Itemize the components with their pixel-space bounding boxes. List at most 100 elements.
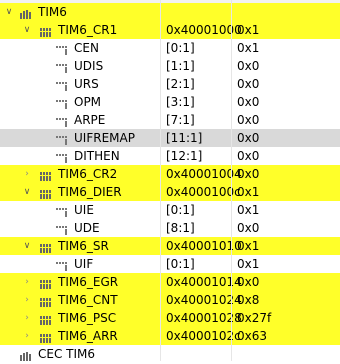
field-value[interactable]: 0x0	[237, 75, 259, 93]
field-name: DITHEN	[74, 149, 120, 163]
field-value[interactable]: 0x1	[237, 201, 259, 219]
field-value[interactable]: 0x0	[237, 93, 259, 111]
register-icon	[40, 296, 52, 307]
field-icon	[56, 80, 68, 91]
field-name: OPM	[74, 95, 102, 109]
field-bit-range: [3:1]	[166, 95, 195, 109]
field-bit-range: [1:1]	[166, 59, 195, 73]
peripheral-row-tim6[interactable]: ∨ TIM6	[0, 3, 340, 21]
field-name: CEN	[74, 41, 99, 55]
register-value[interactable]: 0x1	[237, 237, 259, 255]
field-name: UIFREMAP	[74, 131, 135, 145]
peripheral-name: CEC TIM6	[38, 347, 96, 361]
column-divider	[160, 0, 161, 361]
field-name: UDE	[74, 221, 100, 235]
field-row[interactable]: ARPE [7:1] 0x0	[0, 111, 340, 129]
register-icon	[40, 242, 52, 253]
register-name: TIM6_SR	[58, 239, 109, 253]
register-name: TIM6_CR2	[58, 167, 118, 181]
field-icon	[56, 260, 68, 271]
field-row[interactable]: DITHEN [12:1] 0x0	[0, 147, 340, 165]
field-value[interactable]: 0x1	[237, 39, 259, 57]
register-name: TIM6_CR1	[58, 23, 118, 37]
field-bit-range: [0:1]	[166, 41, 195, 55]
field-icon	[56, 224, 68, 235]
field-bit-range: [12:1]	[166, 149, 203, 163]
field-bit-range: [0:1]	[166, 203, 195, 217]
field-value[interactable]: 0x0	[237, 147, 259, 165]
register-row[interactable]: ∨ TIM6_SR 0x40001010 0x1	[0, 237, 340, 255]
register-icon	[40, 188, 52, 199]
field-icon	[56, 134, 68, 145]
register-value[interactable]: 0x8	[237, 291, 259, 309]
chevron-down-icon[interactable]: ∨	[22, 21, 32, 39]
register-icon	[40, 26, 52, 37]
field-name: URS	[74, 77, 99, 91]
peripheral-row-next[interactable]: CEC TIM6	[0, 345, 340, 363]
field-row[interactable]: OPM [3:1] 0x0	[0, 93, 340, 111]
field-row[interactable]: CEN [0:1] 0x1	[0, 39, 340, 57]
field-value[interactable]: 0x1	[237, 255, 259, 273]
column-divider	[231, 0, 232, 361]
register-row[interactable]: ∨ TIM6_CR1 0x40001000 0x1	[0, 21, 340, 39]
chevron-right-icon[interactable]: ›	[22, 291, 32, 309]
register-value[interactable]: 0x1	[237, 183, 259, 201]
field-row[interactable]: UDIS [1:1] 0x0	[0, 57, 340, 75]
field-bit-range: [8:1]	[166, 221, 195, 235]
chevron-right-icon[interactable]: ›	[22, 165, 32, 183]
field-icon	[56, 206, 68, 217]
field-row[interactable]: URS [2:1] 0x0	[0, 75, 340, 93]
chevron-right-icon[interactable]: ›	[22, 273, 32, 291]
field-value[interactable]: 0x0	[237, 129, 259, 147]
register-row[interactable]: ∨ TIM6_DIER 0x4000100c 0x1	[0, 183, 340, 201]
peripheral-icon	[20, 350, 32, 361]
register-value[interactable]: 0x0	[237, 165, 259, 183]
field-row[interactable]: UIE [0:1] 0x1	[0, 201, 340, 219]
field-value[interactable]: 0x0	[237, 57, 259, 75]
register-row[interactable]: › TIM6_CNT 0x40001024 0x8	[0, 291, 340, 309]
field-name: UIE	[74, 203, 94, 217]
peripheral-name: TIM6	[38, 5, 67, 19]
register-name: TIM6_DIER	[58, 185, 122, 199]
register-value[interactable]: 0x1	[237, 21, 259, 39]
field-bit-range: [11:1]	[166, 131, 203, 145]
register-value[interactable]: 0x27f	[237, 309, 271, 327]
chevron-right-icon[interactable]: ›	[22, 327, 32, 345]
field-value[interactable]: 0x0	[237, 111, 259, 129]
register-row[interactable]: › TIM6_CR2 0x40001004 0x0	[0, 165, 340, 183]
field-bit-range: [7:1]	[166, 113, 195, 127]
field-bit-range: [0:1]	[166, 257, 195, 271]
peripheral-icon	[20, 8, 32, 19]
field-row[interactable]: UDE [8:1] 0x0	[0, 219, 340, 237]
field-row[interactable]: UIFREMAP [11:1] 0x0	[0, 129, 340, 147]
field-name: UDIS	[74, 59, 104, 73]
field-row[interactable]: UIF [0:1] 0x1	[0, 255, 340, 273]
register-icon	[40, 314, 52, 325]
field-icon	[56, 44, 68, 55]
chevron-down-icon[interactable]: ∨	[22, 183, 32, 201]
register-value[interactable]: 0x63	[237, 327, 267, 345]
field-icon	[56, 98, 68, 109]
register-name: TIM6_EGR	[58, 275, 119, 289]
register-row[interactable]: › TIM6_EGR 0x40001014 0x0	[0, 273, 340, 291]
chevron-right-icon[interactable]: ›	[22, 309, 32, 327]
register-address: 0x4000102c	[166, 329, 241, 343]
field-name: UIF	[74, 257, 94, 271]
register-icon	[40, 332, 52, 343]
field-value[interactable]: 0x0	[237, 219, 259, 237]
field-icon	[56, 62, 68, 73]
chevron-down-icon[interactable]: ∨	[22, 237, 32, 255]
register-icon	[40, 170, 52, 181]
register-row[interactable]: › TIM6_PSC 0x40001028 0x27f	[0, 309, 340, 327]
register-name: TIM6_PSC	[58, 311, 117, 325]
chevron-down-icon[interactable]: ∨	[4, 3, 14, 21]
field-icon	[56, 152, 68, 163]
field-icon	[56, 116, 68, 127]
register-value[interactable]: 0x0	[237, 273, 259, 291]
register-row[interactable]: › TIM6_ARR 0x4000102c 0x63	[0, 327, 340, 345]
register-address: 0x4000100c	[166, 185, 241, 199]
register-tree: ∨ TIM6 ∨ TIM6_CR1 0x40001000 0x1 CEN [0:1] 0x1 UD…	[0, 0, 340, 361]
register-name: TIM6_CNT	[58, 293, 118, 307]
field-bit-range: [2:1]	[166, 77, 195, 91]
field-name: ARPE	[74, 113, 106, 127]
